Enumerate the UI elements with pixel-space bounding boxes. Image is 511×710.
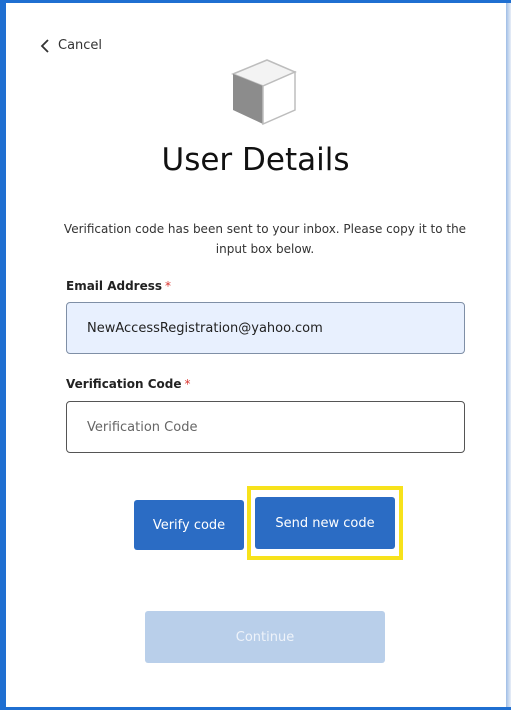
email-field[interactable] bbox=[66, 302, 465, 354]
page-title: User Details bbox=[161, 142, 350, 178]
email-label: Email Address * bbox=[66, 279, 171, 293]
verification-code-label: Verification Code * bbox=[66, 377, 191, 391]
verify-code-button[interactable]: Verify code bbox=[134, 500, 244, 550]
email-label-text: Email Address bbox=[66, 279, 163, 293]
chevron-left-icon bbox=[40, 38, 49, 53]
verification-code-required-marker: * bbox=[184, 377, 191, 391]
cube-logo bbox=[231, 59, 297, 126]
verification-code-field[interactable] bbox=[66, 401, 465, 453]
continue-button[interactable]: Continue bbox=[145, 611, 385, 663]
cancel-link[interactable]: Cancel bbox=[40, 38, 102, 53]
send-new-code-button[interactable]: Send new code bbox=[255, 497, 395, 549]
verification-info-text: Verification code has been sent to your … bbox=[63, 222, 467, 256]
verification-code-label-text: Verification Code bbox=[66, 377, 182, 391]
email-required-marker: * bbox=[165, 279, 172, 293]
cancel-label: Cancel bbox=[58, 38, 103, 53]
